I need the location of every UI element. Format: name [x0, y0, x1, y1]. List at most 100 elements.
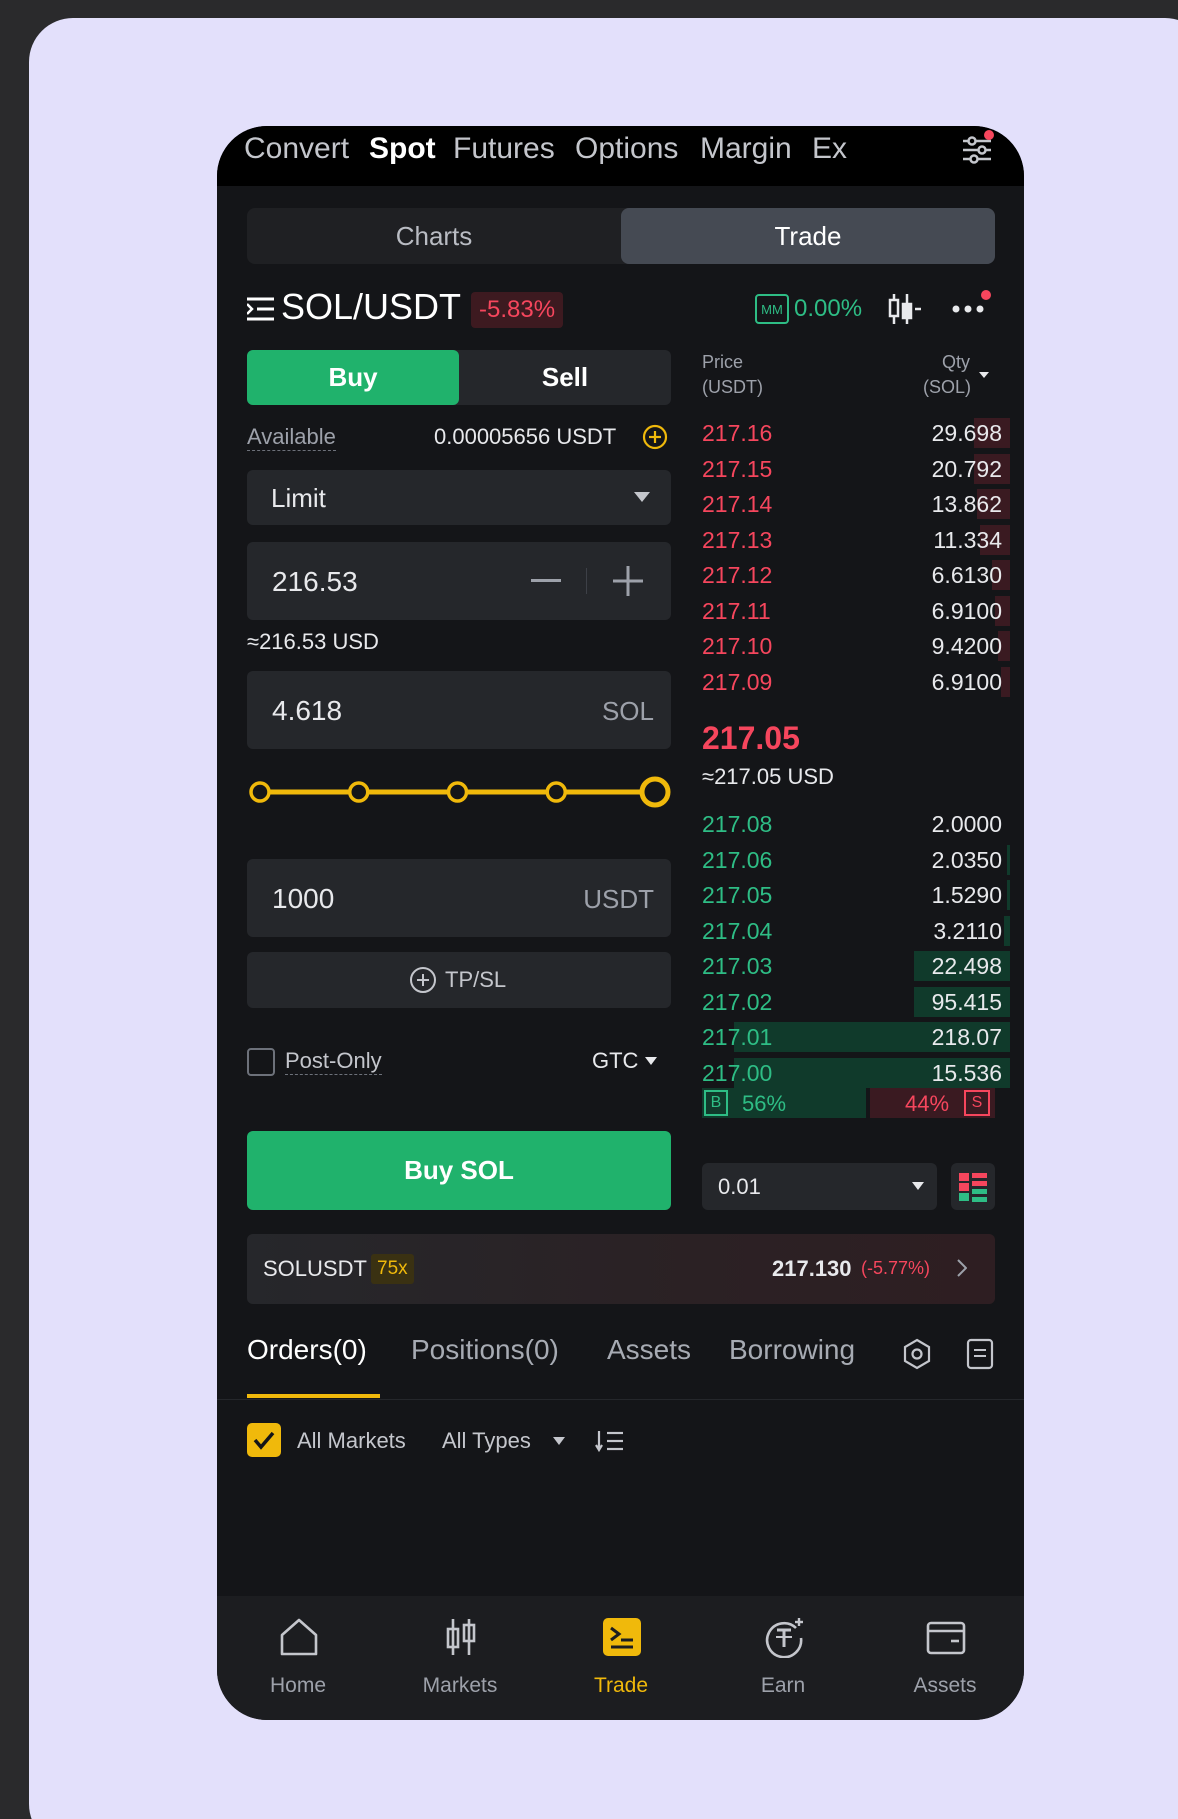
row-qty: 15.536 [931, 1059, 1002, 1086]
row-qty: 6.9100 [931, 597, 1002, 624]
top-nav: Convert Spot Futures Options Margin Ex [217, 126, 1024, 186]
slider-step-marker[interactable] [348, 781, 370, 803]
increase-price-button[interactable] [613, 566, 643, 596]
markets-candles-icon [446, 1619, 476, 1655]
candlestick-chart-icon[interactable] [887, 292, 923, 326]
buy-sell-ratio: B 56% 44% S [702, 1088, 995, 1118]
buy-ratio-value: 56% [742, 1091, 787, 1116]
ask-row[interactable]: 217.16 29.698 [702, 418, 1010, 448]
bottom-nav-assets[interactable]: Assets [885, 1596, 1005, 1720]
bid-row[interactable]: 217.05 1.5290 [702, 880, 1010, 910]
slider-thumb[interactable] [639, 776, 671, 808]
post-only-checkbox[interactable] [247, 1048, 275, 1076]
total-input[interactable]: 1000 USDT [247, 859, 671, 937]
orderbook-layout-icon[interactable] [951, 1163, 995, 1210]
row-price: 217.06 [702, 846, 773, 873]
buy-tab[interactable]: Buy [247, 350, 459, 405]
order-list-icon[interactable] [966, 1338, 994, 1370]
nav-futures[interactable]: Futures [453, 132, 555, 166]
bottom-nav-markets[interactable]: Markets [400, 1596, 520, 1720]
order-type-select[interactable]: Limit [247, 470, 671, 525]
amount-unit: SOL [601, 696, 654, 726]
amount-slider[interactable] [247, 774, 671, 814]
total-unit: USDT [583, 884, 654, 914]
add-funds-icon[interactable] [642, 424, 668, 450]
nav-convert[interactable]: Convert [244, 132, 349, 166]
futures-ticker[interactable]: SOLUSDT 75x 217.130 (-5.77%) [247, 1234, 995, 1304]
buy-sell-toggle: Buy Sell [247, 350, 671, 405]
ask-row[interactable]: 217.11 6.9100 [702, 595, 1010, 626]
more-notification-dot [981, 290, 991, 300]
row-price: 217.03 [702, 953, 773, 979]
notification-dot [984, 130, 994, 140]
price-header-unit: (USDT) [702, 377, 763, 397]
buy-sol-button[interactable]: Buy SOL [247, 1131, 671, 1210]
ask-row[interactable]: 217.14 13.862 [702, 489, 1010, 519]
chevron-right-icon [957, 1259, 967, 1277]
qty-header-unit: (SOL) [923, 377, 972, 397]
all-types-select[interactable]: All Types [442, 1428, 531, 1454]
nav-ex[interactable]: Ex [812, 132, 847, 166]
nav-margin[interactable]: Margin [700, 132, 792, 166]
bid-row[interactable]: 217.08 2.0000 [702, 809, 1002, 839]
sell-tab[interactable]: Sell [459, 350, 671, 405]
row-price: 217.13 [702, 526, 773, 553]
slider-step-marker[interactable] [249, 781, 271, 803]
decrease-price-button[interactable] [531, 579, 561, 583]
all-markets-checkbox[interactable] [247, 1423, 281, 1457]
pair-symbol[interactable]: SOL/USDT [281, 286, 461, 328]
tif-caret-icon [645, 1057, 657, 1065]
tab-trade[interactable]: Trade [621, 208, 995, 264]
nav-spot[interactable]: Spot [369, 132, 436, 166]
tab-orders[interactable]: Orders(0) [247, 1334, 367, 1366]
mm-value: 0.00% [794, 295, 863, 322]
bid-row[interactable]: 217.03 22.498 [702, 951, 1010, 981]
tab-charts[interactable]: Charts [247, 208, 621, 264]
bid-row[interactable]: 217.01 218.07 [702, 1022, 1010, 1052]
caret-down-icon [634, 492, 650, 502]
tpsl-button[interactable]: TP/SL [247, 952, 671, 1008]
bottom-nav-earn[interactable]: Earn [723, 1596, 843, 1720]
nav-options[interactable]: Options [575, 132, 678, 166]
price-header: Price [702, 352, 744, 372]
time-in-force[interactable]: GTC [592, 1048, 638, 1074]
mm-badge[interactable]: MM [755, 294, 789, 324]
slider-track[interactable] [247, 774, 671, 814]
row-price: 217.08 [702, 811, 773, 837]
bid-row[interactable]: 217.00 15.536 [702, 1057, 1010, 1088]
slider-step-marker[interactable] [446, 781, 469, 803]
bid-row[interactable]: 217.06 2.0350 [702, 844, 1010, 875]
row-qty: 2.0350 [931, 846, 1002, 873]
bid-row[interactable]: 217.04 3.2110 [702, 915, 1010, 946]
row-price: 217.14 [702, 491, 773, 517]
menu-list-icon[interactable] [247, 296, 275, 322]
all-types-caret-icon [553, 1437, 565, 1445]
slider-step-marker[interactable] [545, 781, 567, 803]
tab-borrowing[interactable]: Borrowing [729, 1334, 855, 1366]
tabs-divider [217, 1399, 1024, 1400]
order-type-value: Limit [271, 483, 326, 513]
bottom-nav-home[interactable]: Home [238, 1596, 358, 1720]
amount-input[interactable]: 4.618 SOL [247, 671, 671, 749]
bottom-nav: Home Markets Trade Earn Assets [217, 1596, 1024, 1720]
ask-row[interactable]: 217.13 11.334 [702, 524, 1010, 555]
bid-row[interactable]: 217.02 95.415 [702, 986, 1010, 1017]
row-price: 217.01 [702, 1024, 773, 1050]
ask-row[interactable]: 217.10 9.4200 [702, 631, 1010, 661]
price-input[interactable]: 216.53 [247, 542, 671, 620]
qty-sort-caret-icon[interactable] [979, 372, 989, 379]
row-price: 217.11 [702, 597, 771, 624]
row-price: 217.00 [702, 1059, 773, 1086]
sort-icon[interactable] [595, 1429, 625, 1453]
ask-row[interactable]: 217.09 6.9100 [702, 666, 1010, 697]
tab-assets[interactable]: Assets [607, 1334, 691, 1366]
ask-row[interactable]: 217.12 6.6130 [702, 560, 1010, 590]
history-icon[interactable] [901, 1338, 933, 1370]
precision-select[interactable]: 0.01 [702, 1163, 937, 1210]
ask-row[interactable]: 217.15 20.792 [702, 453, 1010, 484]
bottom-nav-trade[interactable]: Trade [561, 1596, 681, 1720]
more-options-icon[interactable] [952, 304, 986, 314]
post-only-label[interactable]: Post-Only [285, 1048, 382, 1075]
tpsl-label: TP/SL [445, 967, 507, 992]
tab-positions[interactable]: Positions(0) [411, 1334, 559, 1366]
